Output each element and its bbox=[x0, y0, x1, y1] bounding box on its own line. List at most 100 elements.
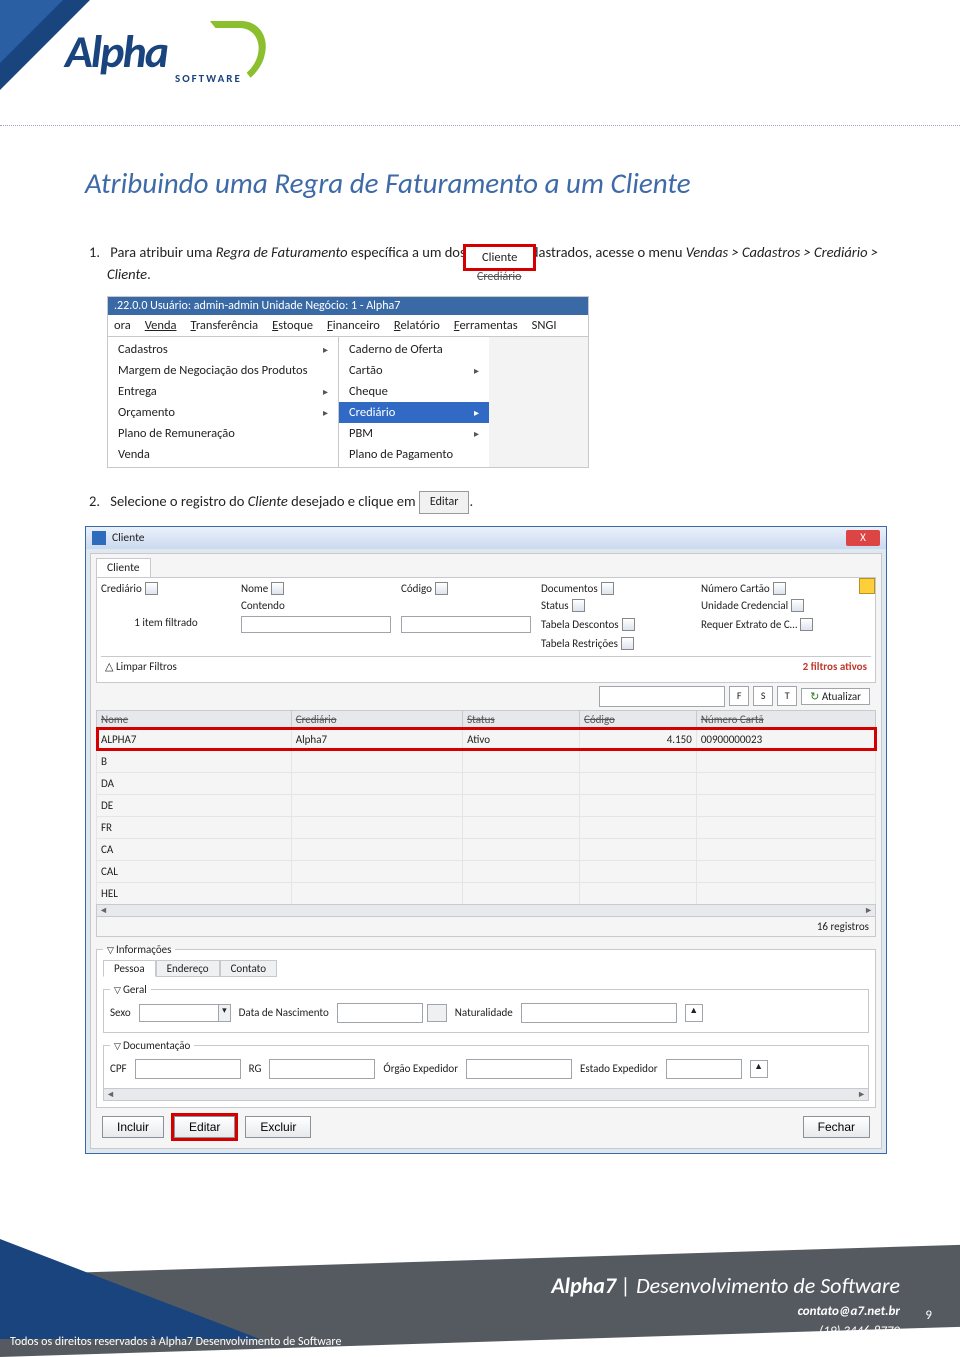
registros-count: 16 registros bbox=[96, 917, 876, 937]
menu-ora[interactable]: ora bbox=[114, 318, 131, 333]
tab-pessoa[interactable]: Pessoa bbox=[103, 960, 156, 977]
flag-f[interactable]: F bbox=[729, 686, 749, 706]
fl-tabdesc[interactable]: Tabela Descontos bbox=[541, 616, 691, 633]
step-2-em: Cliente bbox=[248, 492, 288, 510]
in-dnasc[interactable] bbox=[337, 1003, 423, 1023]
tab-cliente[interactable]: Cliente bbox=[96, 558, 151, 577]
table-row[interactable]: FR bbox=[97, 816, 876, 838]
menu-ferramentas[interactable]: Ferramentas bbox=[454, 318, 518, 333]
fl-tabrest[interactable]: Tabela Restrições bbox=[541, 637, 691, 650]
table-row[interactable]: B bbox=[97, 750, 876, 772]
footer-tagline: | Desenvolvimento de Software bbox=[616, 1272, 900, 1299]
lbl-estexp: Estado Expedidor bbox=[580, 1062, 658, 1075]
mi-plano-rem[interactable]: Plano de Remuneração bbox=[108, 423, 338, 444]
popout-cliente[interactable]: Cliente bbox=[463, 244, 536, 271]
quick-search-input[interactable] bbox=[599, 686, 725, 707]
atualizar-button[interactable]: Atualizar bbox=[801, 688, 870, 705]
mi-entrega[interactable]: Entrega bbox=[108, 381, 338, 402]
date-icon[interactable] bbox=[427, 1004, 447, 1022]
table-row[interactable]: HEL bbox=[97, 882, 876, 904]
cliente-window: Cliente X Cliente Crediário Nome Código … bbox=[85, 526, 887, 1154]
cliente-table: Nome Crediário Status Código Número Cart… bbox=[96, 710, 876, 905]
mi-cartao[interactable]: Cartão bbox=[339, 360, 489, 381]
menu-relatorio[interactable]: Relatório bbox=[394, 318, 440, 333]
table-row[interactable]: CA bbox=[97, 838, 876, 860]
mi-crediario[interactable]: Crediário bbox=[339, 402, 489, 423]
collapse-icon[interactable] bbox=[859, 578, 875, 594]
fl-unidade[interactable]: Unidade Credencial bbox=[701, 599, 871, 612]
tab-contato[interactable]: Contato bbox=[220, 960, 277, 977]
up-icon[interactable]: ▲ bbox=[685, 1004, 703, 1022]
step-2: 2. Selecione o registro do Cliente desej… bbox=[107, 490, 895, 514]
submenu-left: Cadastros Margem de Negociação dos Produ… bbox=[108, 337, 339, 467]
window-title: Cliente bbox=[112, 531, 145, 545]
mi-orcamento[interactable]: Orçamento bbox=[108, 402, 338, 423]
table-row[interactable]: DE bbox=[97, 794, 876, 816]
fl-codigo[interactable]: Código bbox=[401, 582, 531, 595]
filter-panel: Crediário Nome Código Documentos Número … bbox=[96, 577, 876, 683]
in-rg[interactable] bbox=[269, 1059, 375, 1079]
step-2-text: Selecione o registro do bbox=[110, 492, 247, 510]
footer-brand: Alpha7 bbox=[551, 1272, 616, 1299]
fl-documentos[interactable]: Documentos bbox=[541, 582, 691, 595]
inline-editar-button[interactable]: Editar bbox=[419, 491, 470, 514]
table-row[interactable]: DA bbox=[97, 772, 876, 794]
flag-s[interactable]: S bbox=[753, 686, 773, 706]
fl-numcartao[interactable]: Número Cartão bbox=[701, 582, 871, 595]
lbl-cpf: CPF bbox=[110, 1062, 127, 1075]
fl-status[interactable]: Status bbox=[541, 599, 691, 612]
tab-endereco[interactable]: Endereço bbox=[156, 960, 220, 977]
incluir-button[interactable]: Incluir bbox=[102, 1116, 164, 1138]
fechar-button[interactable]: Fechar bbox=[803, 1116, 870, 1138]
in-natur[interactable] bbox=[521, 1003, 677, 1023]
mi-cadastros[interactable]: Cadastros bbox=[108, 339, 338, 360]
lbl-sexo: Sexo bbox=[110, 1006, 131, 1019]
flag-t[interactable]: T bbox=[777, 686, 797, 706]
up-icon2[interactable]: ▲ bbox=[750, 1060, 768, 1078]
submenu-right: Caderno de Oferta Cartão Cheque Crediári… bbox=[339, 337, 489, 467]
info-tabs: Pessoa Endereço Contato bbox=[103, 960, 869, 977]
h-scrollbar[interactable] bbox=[96, 904, 876, 917]
mi-margem[interactable]: Margem de Negociação dos Produtos bbox=[108, 360, 338, 381]
editar-button[interactable]: Editar bbox=[174, 1116, 235, 1138]
doc-legend[interactable]: Documentação bbox=[110, 1039, 194, 1052]
info-legend[interactable]: Informações bbox=[103, 943, 175, 956]
doc-fieldset: Documentação CPF RG Órgão Expedidor Esta… bbox=[103, 1039, 869, 1089]
menu-sngi[interactable]: SNGI bbox=[532, 318, 557, 333]
fl-itemfilt: 1 item filtrado bbox=[101, 616, 231, 633]
menu-venda[interactable]: Venda bbox=[145, 318, 177, 333]
section-heading: Atribuindo uma Regra de Faturamento a um… bbox=[85, 165, 895, 201]
mi-plano-pag[interactable]: Plano de Pagamento bbox=[339, 444, 489, 465]
table-header: Nome Crediário Status Código Número Cart… bbox=[97, 710, 876, 728]
lbl-dnasc: Data de Nascimento bbox=[239, 1006, 329, 1019]
footer-phone: (19) 3446-8770 bbox=[551, 1322, 900, 1342]
fl-crediario[interactable]: Crediário bbox=[101, 582, 231, 595]
menu-estoque[interactable]: Estoque bbox=[272, 318, 313, 333]
in-estexp[interactable] bbox=[666, 1059, 742, 1079]
footer-copyright: Todos os direitos reservados à Alpha7 De… bbox=[10, 1335, 341, 1349]
mi-cheque[interactable]: Cheque bbox=[339, 381, 489, 402]
excluir-button[interactable]: Excluir bbox=[245, 1116, 311, 1138]
header-corner-light bbox=[0, 0, 63, 63]
limpar-filtros[interactable]: Limpar Filtros bbox=[105, 660, 177, 673]
close-button[interactable]: X bbox=[846, 530, 880, 546]
table-row-selected[interactable]: ALPHA7Alpha7Ativo 4.15000900000023 bbox=[97, 728, 876, 750]
mi-caderno[interactable]: Caderno de Oferta bbox=[339, 339, 489, 360]
menu-financeiro[interactable]: Financeiro bbox=[327, 318, 380, 333]
menu-transferencia[interactable]: Transferência bbox=[191, 318, 259, 333]
in-orgao[interactable] bbox=[466, 1059, 572, 1079]
fi-nome[interactable] bbox=[241, 616, 391, 633]
window-icon bbox=[92, 531, 106, 545]
table-row[interactable]: CAL bbox=[97, 860, 876, 882]
lbl-rg: RG bbox=[249, 1062, 262, 1075]
fi-codigo[interactable] bbox=[401, 616, 531, 633]
fl-reqextr[interactable]: Requer Extrato de C… bbox=[701, 616, 871, 633]
mi-pbm[interactable]: PBM bbox=[339, 423, 489, 444]
popout-crediario[interactable]: Crediário bbox=[467, 268, 531, 286]
in-cpf[interactable] bbox=[135, 1059, 241, 1079]
info-h-scrollbar[interactable] bbox=[103, 1088, 869, 1101]
geral-legend[interactable]: Geral bbox=[110, 983, 151, 996]
fl-nome[interactable]: Nome bbox=[241, 582, 391, 595]
combo-sexo[interactable] bbox=[139, 1004, 231, 1022]
mi-venda[interactable]: Venda bbox=[108, 444, 338, 465]
